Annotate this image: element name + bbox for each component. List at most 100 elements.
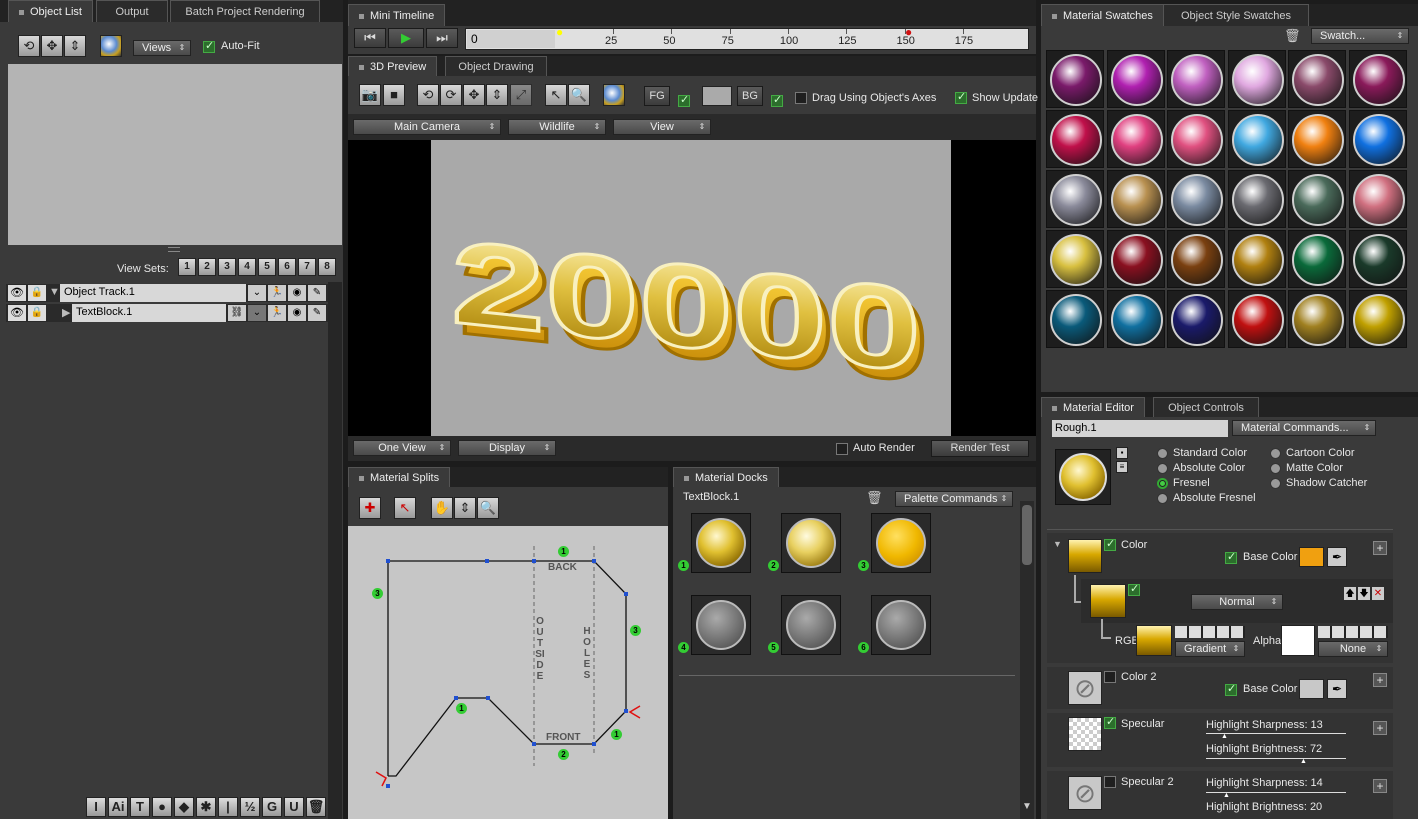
track-options-icon[interactable]: ⌄ <box>248 305 266 321</box>
material-swatch[interactable] <box>1288 110 1346 168</box>
dock-slot-3[interactable] <box>871 513 931 573</box>
move-up-icon[interactable]: 🡅 <box>1344 587 1356 600</box>
docks-scroll-thumb[interactable] <box>1022 505 1032 565</box>
bg-checkbox[interactable] <box>771 93 783 107</box>
tab-mini-timeline[interactable]: Mini Timeline <box>348 4 446 26</box>
delete-layer-icon[interactable]: ✕ <box>1372 587 1384 600</box>
bottom-tool-button[interactable]: U <box>284 797 304 817</box>
dock-slot-1[interactable] <box>691 513 751 573</box>
motion-icon[interactable]: 🏃 <box>268 285 286 301</box>
rotate-tool-icon[interactable]: ⟲ <box>18 35 40 57</box>
material-name-field[interactable]: Rough.1 <box>1052 420 1228 437</box>
move-tool-icon[interactable]: ✥ <box>41 35 63 57</box>
alpha-none-dropdown[interactable]: None ⇕ <box>1318 641 1388 657</box>
dock-slot-4[interactable] <box>691 595 751 655</box>
render-canvas[interactable]: 20000 20000 <box>431 140 951 436</box>
material-swatch[interactable] <box>1046 290 1104 348</box>
material-swatch[interactable] <box>1167 50 1225 108</box>
eyedropper-icon[interactable]: ✒ <box>1327 547 1347 567</box>
split-add-icon[interactable]: ✚ <box>359 497 381 519</box>
material-swatch[interactable] <box>1167 290 1225 348</box>
drag-axes-checkbox[interactable] <box>795 92 807 104</box>
frame-input[interactable]: 0 <box>467 30 555 48</box>
hand-tool-icon[interactable]: ✋ <box>431 497 453 519</box>
trash-icon[interactable]: 🗑 <box>866 490 883 506</box>
specular-checker-swatch[interactable] <box>1068 717 1102 751</box>
material-swatch[interactable] <box>1167 110 1225 168</box>
material-swatch[interactable] <box>1167 230 1225 288</box>
material-swatch[interactable] <box>1046 110 1104 168</box>
tab-output[interactable]: Output <box>96 0 168 22</box>
render-eye-icon[interactable]: ◉ <box>288 305 306 321</box>
bottom-tool-button[interactable]: ✱ <box>196 797 216 817</box>
render-eye-icon[interactable]: ◉ <box>288 285 306 301</box>
magnify-icon[interactable]: 🔍 <box>568 84 590 106</box>
layer-gradient-swatch[interactable] <box>1090 584 1126 618</box>
material-swatch[interactable] <box>1348 230 1407 288</box>
bottom-tool-button[interactable]: ◆ <box>174 797 194 817</box>
palette-commands-dropdown[interactable]: Palette Commands ⇕ <box>895 491 1013 507</box>
view-set-button-7[interactable]: 7 <box>298 258 316 276</box>
zoom-tool-icon[interactable]: ⇕ <box>64 35 86 57</box>
eyedropper-icon[interactable]: ✒ <box>1327 679 1347 699</box>
color2-swatch[interactable] <box>1299 679 1324 699</box>
material-commands-dropdown[interactable]: Material Commands... ⇕ <box>1232 420 1376 436</box>
disabled-icon[interactable]: ⊘ <box>1068 671 1102 705</box>
material-swatch[interactable] <box>1167 170 1225 228</box>
end-marker-icon[interactable]: ● <box>905 26 915 39</box>
expand-arrow-icon[interactable]: ▶ <box>62 306 70 319</box>
mode-absolute-fresnel-radio[interactable] <box>1157 493 1168 504</box>
add-layer-icon[interactable]: + <box>1373 779 1387 793</box>
material-swatch[interactable] <box>1227 290 1286 348</box>
color-gradient-swatch[interactable] <box>1068 539 1102 573</box>
render-test-button[interactable]: Render Test <box>931 440 1029 457</box>
play-button[interactable]: ▶ <box>388 28 424 48</box>
base-color-checkbox[interactable] <box>1225 550 1237 564</box>
material-preview[interactable] <box>1055 449 1111 505</box>
bg-button[interactable]: BG <box>737 86 763 106</box>
layer-enable-checkbox[interactable] <box>1128 582 1140 596</box>
dock-slot-5[interactable] <box>781 595 841 655</box>
bg-color-swatch[interactable] <box>702 86 732 106</box>
material-swatch[interactable] <box>1046 50 1104 108</box>
mode-shadow-catcher-radio[interactable] <box>1270 478 1281 489</box>
tab-object-style-swatches[interactable]: Object Style Swatches <box>1163 4 1309 26</box>
tab-3d-preview[interactable]: 3D Preview <box>348 56 438 76</box>
split-marker-icon[interactable] <box>375 771 387 787</box>
add-layer-icon[interactable]: + <box>1373 541 1387 555</box>
alpha-swatch[interactable] <box>1281 625 1315 656</box>
split-pointer-icon[interactable]: ↖ <box>394 497 416 519</box>
bottom-tool-button[interactable]: I <box>86 797 106 817</box>
orbit-tool-icon[interactable]: ⟳ <box>440 84 462 106</box>
split-marker-icon[interactable] <box>628 705 641 719</box>
one-view-dropdown[interactable]: One View ⇕ <box>353 440 451 456</box>
track-options-icon[interactable]: ⌄ <box>248 285 266 301</box>
views-dropdown[interactable]: Views ⇕ <box>133 40 191 56</box>
rotate-tool-icon[interactable]: ⟲ <box>417 84 439 106</box>
gradient-dropdown[interactable]: Gradient ⇕ <box>1175 641 1245 657</box>
dock-slot-2[interactable] <box>781 513 841 573</box>
pointer-icon[interactable]: ↖ <box>545 84 567 106</box>
slider-thumb-icon[interactable]: ▲ <box>1300 758 1307 765</box>
scene-dropdown[interactable]: Wildlife ⇕ <box>508 119 606 135</box>
material-swatch[interactable] <box>1106 290 1165 348</box>
collapse-arrow-icon[interactable]: ▼ <box>1053 539 1062 549</box>
zoom-tool-icon[interactable]: ⇕ <box>486 84 508 106</box>
swatch-dropdown[interactable]: Swatch... ⇕ <box>1311 28 1409 44</box>
trash-icon[interactable]: 🗑 <box>1284 28 1301 44</box>
scale-tool-icon[interactable]: ⤢ <box>510 84 532 106</box>
zoom-tool-icon[interactable]: ⇕ <box>454 497 476 519</box>
disabled-icon[interactable]: ⊘ <box>1068 776 1102 810</box>
add-layer-icon[interactable]: + <box>1373 721 1387 735</box>
color2-enable-checkbox[interactable] <box>1104 671 1116 683</box>
tab-object-controls[interactable]: Object Controls <box>1153 397 1259 417</box>
material-swatch[interactable] <box>1348 290 1407 348</box>
material-swatch[interactable] <box>1348 110 1407 168</box>
lock-icon[interactable]: 🔒 <box>28 305 46 321</box>
lock-icon[interactable]: 🔒 <box>28 285 46 301</box>
material-swatch[interactable] <box>1227 230 1286 288</box>
material-swatch[interactable] <box>1227 170 1286 228</box>
object-viewport[interactable] <box>8 64 342 245</box>
add-layer-icon[interactable]: + <box>1373 673 1387 687</box>
eye-icon[interactable]: 👁 <box>8 305 26 321</box>
